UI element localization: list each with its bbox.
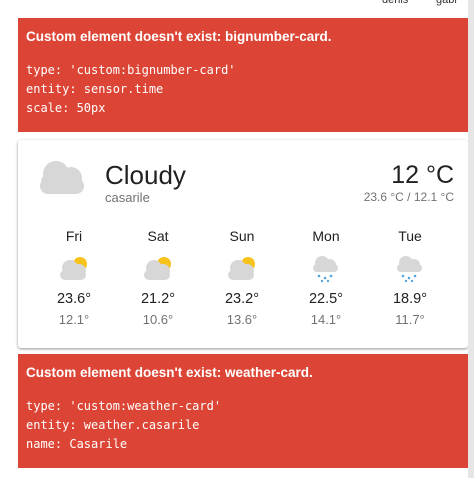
forecast-day: Fri 23.6° 12.1° [39,227,109,328]
forecast-high: 23.6° [56,291,92,307]
scrollbar-track[interactable] [468,0,474,478]
forecast-row: Fri 23.6° 12.1° Sat 21.2° 10.6° Sun 23.2… [32,227,454,337]
error-config-yaml: type: 'custom:bignumber-card' entity: se… [26,63,236,115]
forecast-day: Sat 21.2° 10.6° [123,227,193,328]
forecast-day-name: Sat [147,228,169,244]
weather-condition: Cloudy [105,160,186,190]
current-temperature: 12 °C [391,161,454,189]
forecast-day-name: Fri [65,228,83,244]
rainy-icon [313,256,338,283]
error-title: Custom element doesn't exist: weather-ca… [26,365,313,380]
forecast-low: 11.7° [395,312,425,327]
weather-location: casarile [105,190,150,205]
user-name-denis[interactable]: denis [382,0,408,6]
forecast-low: 13.6° [226,312,258,327]
error-title: Custom element doesn't exist: bignumber-… [26,29,332,44]
forecast-high: 21.2° [140,291,176,307]
forecast-low: 10.6° [142,312,174,327]
top-user-bar: denis gabi [0,0,474,6]
forecast-low: 14.1° [310,312,342,327]
temperature-range: 23.6 °C / 12.1 °C [363,190,454,204]
forecast-day: Sun 23.2° 13.6° [207,227,277,328]
weather-forecast-card[interactable]: Cloudy casarile 12 °C 23.6 °C / 12.1 °C … [18,140,468,348]
cloudy-icon [40,161,84,194]
partly-cloudy-icon [228,257,255,280]
error-card-weather: Custom element doesn't exist: weather-ca… [18,354,468,468]
forecast-high: 18.9° [392,291,428,307]
rainy-icon [397,256,422,283]
forecast-day-name: Tue [398,228,422,244]
error-card-bignumber: Custom element doesn't exist: bignumber-… [18,18,468,132]
forecast-day: Tue 18.9° 11.7° [375,227,445,328]
user-name-gabi[interactable]: gabi [436,0,457,6]
error-config-yaml: type: 'custom:weather-card' entity: weat… [26,399,222,451]
partly-cloudy-icon [144,257,171,280]
forecast-high: 22.5° [308,291,344,307]
forecast-high: 23.2° [224,291,260,307]
forecast-day-name: Sun [229,228,255,244]
forecast-day-name: Mon [312,228,340,244]
forecast-low: 12.1° [58,312,90,327]
lovelace-view: denis gabi Custom element doesn't exist:… [0,0,474,478]
forecast-day: Mon 22.5° 14.1° [291,227,361,328]
partly-cloudy-icon [60,257,87,280]
